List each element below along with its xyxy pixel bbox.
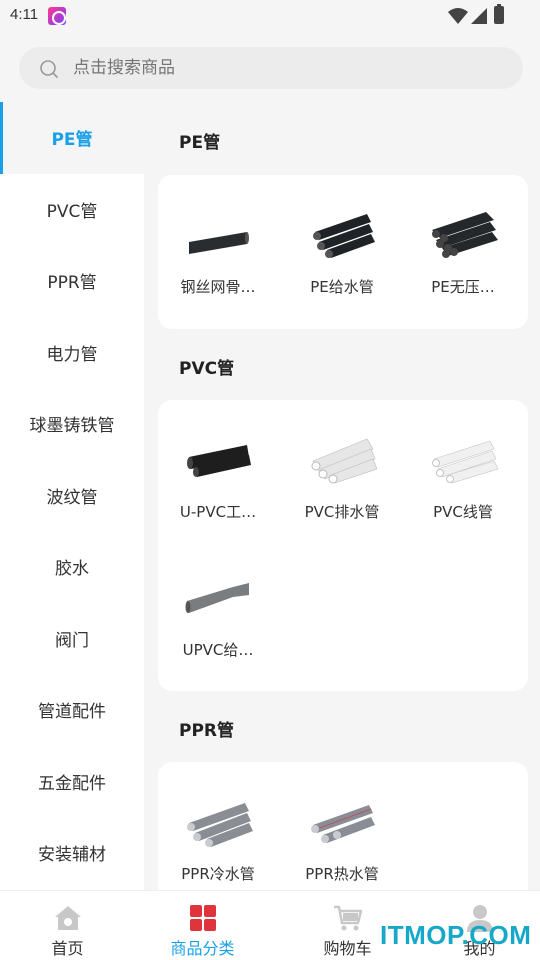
sidebar-item-label: 五金配件 — [38, 773, 106, 794]
product-name: 钢丝网骨… — [180, 278, 256, 296]
sidebar-item-glue[interactable]: 胶水 — [0, 531, 144, 603]
sidebar-item-power-pipe[interactable]: 电力管 — [0, 317, 144, 389]
sidebar-item-label: 管道配件 — [38, 702, 106, 723]
cart-icon — [333, 905, 362, 931]
product-image — [311, 805, 375, 843]
product-item[interactable]: PE给水管 — [287, 202, 397, 297]
wifi-icon — [448, 8, 468, 24]
product-item[interactable]: PVC排水管 — [287, 427, 397, 522]
product-name: UPVC给… — [182, 641, 254, 659]
section-title: PE管 — [179, 133, 221, 153]
product-name: PVC排水管 — [304, 503, 380, 521]
category-sidebar: PE管 PVC管 PPR管 电力管 球墨铸铁管 波纹管 胶水 阀门 管道配件 五… — [0, 102, 144, 890]
home-icon — [54, 906, 81, 930]
sidebar-item-label: 球墨铸铁管 — [29, 416, 115, 437]
product-name: PPR热水管 — [305, 865, 379, 883]
product-item[interactable]: PPR冷水管 — [163, 789, 273, 884]
product-item[interactable]: PPR热水管 — [287, 789, 397, 884]
status-time: 4:11 — [10, 6, 39, 23]
signal-icon — [471, 8, 487, 24]
search-icon — [40, 60, 58, 78]
product-image — [187, 445, 251, 477]
search-input[interactable] — [73, 47, 493, 89]
sidebar-item-valve[interactable]: 阀门 — [0, 603, 144, 675]
sidebar-item-pvc[interactable]: PVC管 — [0, 174, 144, 246]
status-bar: 4:11 — [0, 0, 540, 34]
product-item[interactable]: PE无压… — [408, 202, 518, 297]
product-item[interactable]: 钢丝网骨… — [163, 202, 273, 297]
section-title: PPR管 — [179, 721, 235, 741]
product-image — [189, 232, 249, 254]
section-title: PVC管 — [179, 359, 235, 379]
product-name: PPR冷水管 — [181, 865, 255, 883]
sidebar-item-accessories[interactable]: 安装辅材 — [0, 817, 144, 889]
tab-category[interactable]: 商品分类 — [135, 891, 270, 960]
sidebar-item-ppr[interactable]: PPR管 — [0, 245, 144, 317]
sidebar-item-hardware[interactable]: 五金配件 — [0, 746, 144, 818]
search-bar — [0, 34, 540, 102]
search-box[interactable] — [19, 47, 523, 89]
product-item[interactable]: UPVC给… — [163, 565, 273, 660]
sidebar-item-label: PE管 — [51, 130, 93, 151]
product-name: PE无压… — [431, 278, 495, 296]
category-icon — [189, 905, 216, 931]
tab-label: 商品分类 — [170, 939, 235, 958]
sidebar-item-label: 安装辅材 — [38, 845, 106, 866]
sidebar-item-label: 电力管 — [46, 344, 98, 365]
product-image — [432, 440, 499, 484]
product-image — [187, 803, 253, 847]
tab-label: 首页 — [51, 939, 84, 958]
product-name: U-PVC工… — [179, 503, 257, 521]
sidebar-item-fittings[interactable]: 管道配件 — [0, 674, 144, 746]
sidebar-item-label: 胶水 — [55, 559, 89, 580]
sidebar-item-label: PPR管 — [47, 273, 97, 294]
sidebar-item-pe[interactable]: PE管 — [0, 102, 144, 174]
product-card: U-PVC工… PVC排水管 PVC线管 UPVC给… — [158, 400, 528, 691]
category-content: PE管 钢丝网骨… PE给水管 PE无压… PVC管 U-PVC工… PVC排水… — [144, 102, 540, 890]
battery-icon — [494, 4, 504, 24]
product-image — [432, 212, 498, 258]
sidebar-item-label: 阀门 — [55, 630, 89, 651]
product-image — [313, 214, 375, 258]
tab-home[interactable]: 首页 — [0, 891, 135, 960]
watermark-text: ITMOP.COM — [380, 920, 532, 950]
sidebar-item-label: 波纹管 — [46, 487, 98, 508]
product-name: PE给水管 — [310, 278, 374, 296]
sidebar-item-ductile-iron[interactable]: 球墨铸铁管 — [0, 388, 144, 460]
product-item[interactable]: U-PVC工… — [163, 427, 273, 522]
product-item[interactable]: PVC线管 — [408, 427, 518, 522]
product-name: PVC线管 — [433, 503, 493, 521]
sidebar-item-corrugated[interactable]: 波纹管 — [0, 460, 144, 532]
notification-app-icon — [48, 7, 66, 25]
product-card: PPR冷水管 PPR热水管 — [158, 762, 528, 890]
product-card: 钢丝网骨… PE给水管 PE无压… — [158, 175, 528, 329]
sidebar-item-label: PVC管 — [46, 201, 98, 222]
product-image — [311, 438, 378, 484]
product-image — [185, 583, 249, 613]
